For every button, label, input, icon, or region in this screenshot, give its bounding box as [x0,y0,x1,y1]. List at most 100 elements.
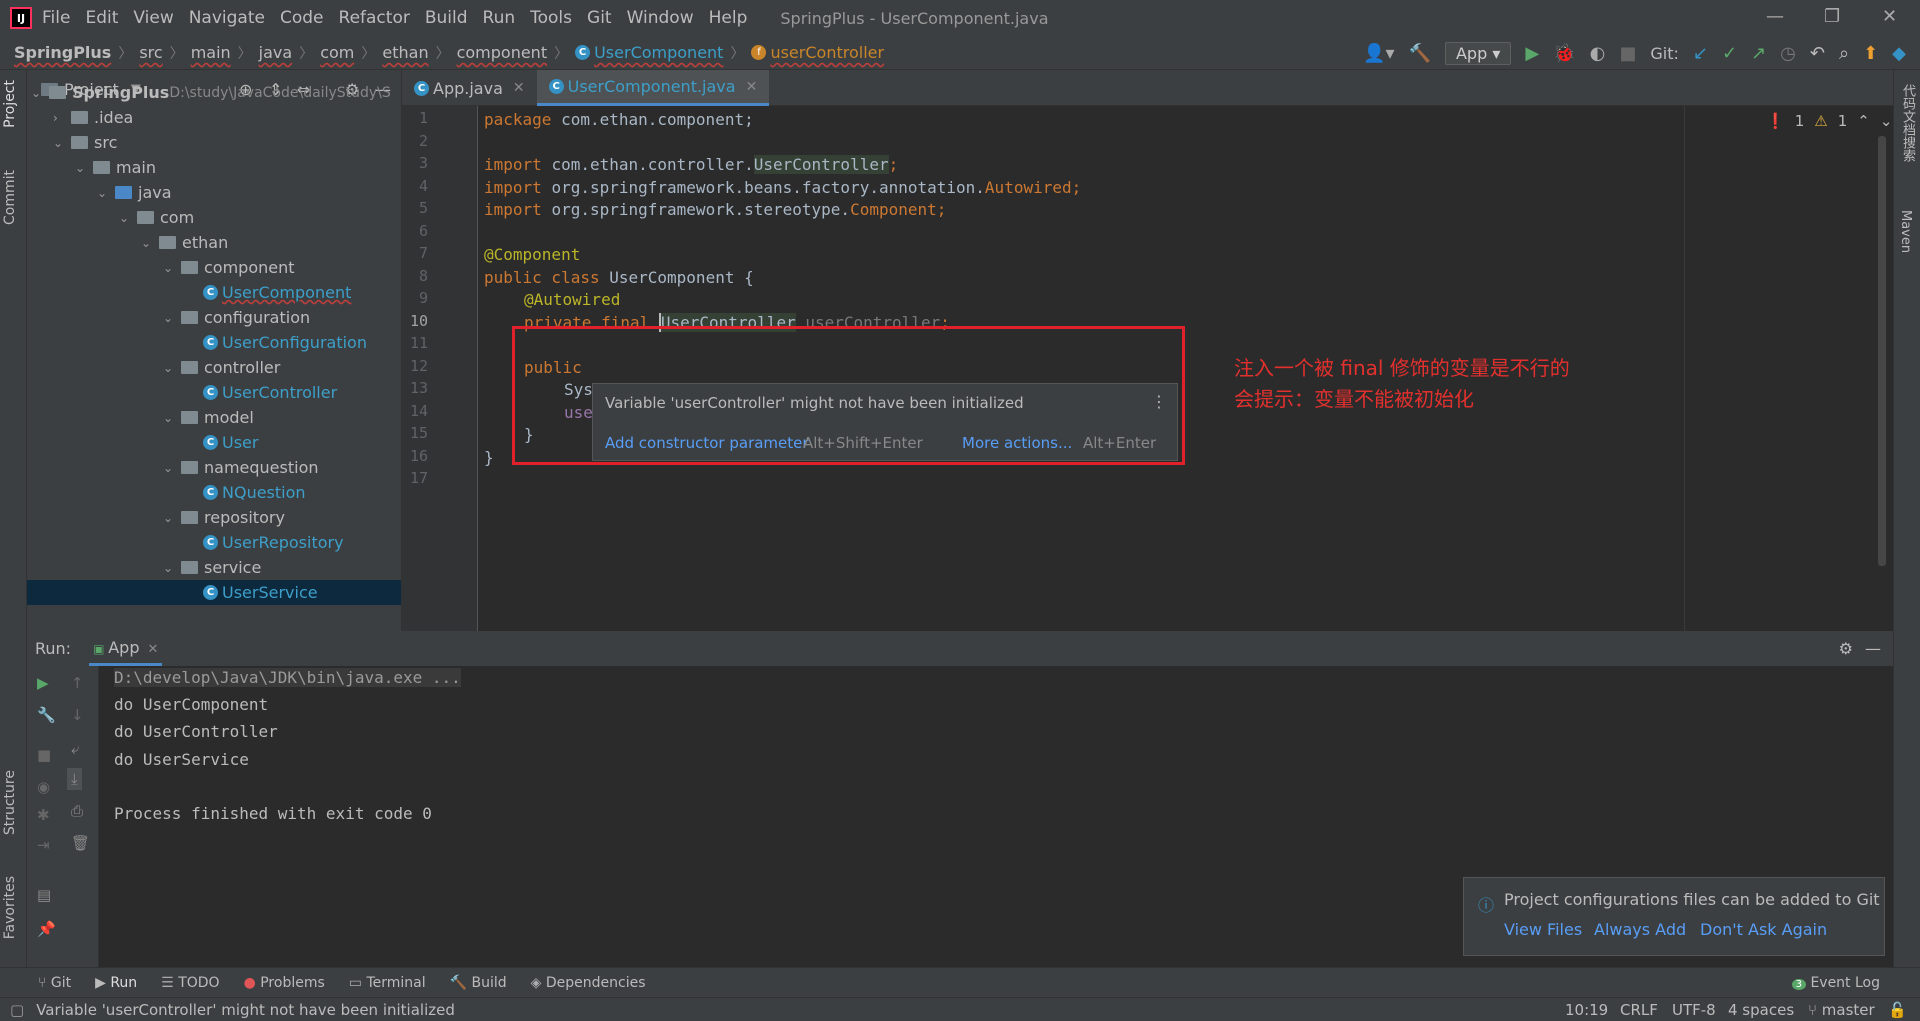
tool-tab-run[interactable]: ▶ Run [95,975,137,991]
dont-ask-again-link[interactable]: Don't Ask Again [1700,920,1827,939]
chevron-down-icon[interactable]: ⌄ [31,86,49,100]
tree-item-userrepository[interactable]: C UserRepository [185,530,344,555]
tree-item-controller[interactable]: ⌄ controller [163,355,280,380]
tree-item-model[interactable]: ⌄ model [163,405,254,430]
tab-usercomponent-java[interactable]: C UserComponent.java ✕ [536,70,770,106]
tool-tab-project[interactable]: Project [2,80,18,128]
run-icon[interactable]: ▶ [1525,43,1539,64]
wrench-icon[interactable]: 🔧 [37,706,56,724]
tool-tab-problems[interactable]: ● Problems [244,975,325,991]
run-tab-app[interactable]: ▣ App ✕ [89,632,163,666]
breadcrumb-main[interactable]: main [191,43,231,62]
tree-item-component[interactable]: ⌄ component [163,255,295,280]
tree-item-nquestion[interactable]: C NQuestion [185,480,306,505]
close-tab-icon[interactable]: ✕ [148,642,159,657]
down-arrow-icon[interactable]: ↓ [71,706,84,724]
debug-icon[interactable]: 🐞 [1553,43,1575,64]
chevron-down-icon[interactable]: ⌄ [97,186,115,200]
breadcrumb-component[interactable]: component [457,43,548,62]
menu-run[interactable]: Run [483,8,516,28]
tree-item-usercomponent[interactable]: C UserComponent [185,280,351,305]
git-branch[interactable]: ⑂ master [1808,1001,1875,1019]
breadcrumb-ethan[interactable]: ethan [382,43,428,62]
editor-scrollbar[interactable] [1878,136,1886,566]
tool-tab-structure[interactable]: Structure [2,770,18,835]
menu-build[interactable]: Build [425,8,468,28]
up-arrow-icon[interactable]: ↑ [71,674,84,692]
menu-help[interactable]: Help [709,8,748,28]
git-update-icon[interactable]: ↙ [1693,43,1708,64]
caret-position[interactable]: 10:19 [1565,1001,1608,1019]
menu-view[interactable]: View [133,8,173,28]
tool-tab-build[interactable]: 🔨 Build [450,975,507,991]
menu-edit[interactable]: Edit [85,8,118,28]
tool-tab-commit[interactable]: Commit [2,170,18,225]
hide-panel-icon[interactable]: — [1865,639,1881,658]
minimize-icon[interactable]: — [1766,6,1784,27]
status-toggle-icon[interactable]: ▢ [10,1001,24,1019]
file-encoding[interactable]: UTF-8 [1672,1001,1716,1019]
chevron-down-icon[interactable]: ⌄ [75,161,93,175]
tree-item-repository[interactable]: ⌄ repository [163,505,285,530]
breadcrumb-com[interactable]: com [320,43,354,62]
chevron-down-icon[interactable]: ⌄ [163,411,181,425]
scroll-to-end-icon[interactable]: ⤓ [67,768,82,790]
tree-item-service[interactable]: ⌄ service [163,555,261,580]
indent-setting[interactable]: 4 spaces [1728,1001,1794,1019]
tab-app-java[interactable]: C App.java ✕ [402,70,537,106]
line-separator[interactable]: CRLF [1620,1001,1658,1019]
tree-item-userconfiguration[interactable]: C UserConfiguration [185,330,367,355]
git-commit-icon[interactable]: ✓ [1722,43,1737,64]
tool-tab-todo[interactable]: ☰ TODO [161,975,219,991]
chevron-down-icon[interactable]: ⌄ [163,311,181,325]
tree-item-user[interactable]: C User [185,430,258,455]
menu-git[interactable]: Git [587,8,612,28]
lock-icon[interactable]: 🔓 [1888,1001,1907,1019]
view-files-link[interactable]: View Files [1504,920,1582,939]
print-icon[interactable]: ⎙ [71,802,83,820]
tree-item-configuration[interactable]: ⌄ configuration [163,305,310,330]
breadcrumb-class[interactable]: UserComponent [594,43,723,62]
more-options-icon[interactable]: ⋮ [1151,392,1167,411]
inspection-widget[interactable]: ❗ 1 ⚠ 1 ⌃ ⌄ [1766,112,1892,130]
tree-item-src[interactable]: ⌄ src [53,130,117,155]
close-tab-icon[interactable]: ✕ [746,79,758,95]
stop-icon[interactable]: ■ [37,746,51,764]
tree-item-java[interactable]: ⌄ java [97,180,172,205]
tool-tab-git[interactable]: ⑂ Git [38,975,71,991]
tool-tab-doc-search[interactable]: 代码文档搜索 [1898,84,1917,162]
next-problem-icon[interactable]: ⌄ [1880,112,1893,130]
tree-item-usercontroller[interactable]: C UserController [185,380,337,405]
restore-icon[interactable]: ❐ [1824,6,1840,27]
menu-code[interactable]: Code [280,8,324,28]
chevron-down-icon[interactable]: ⌄ [163,561,181,575]
menu-refactor[interactable]: Refactor [339,8,410,28]
git-push-icon[interactable]: ↗ [1751,43,1766,64]
update-icon[interactable]: ⬆ [1863,43,1878,64]
event-log-button[interactable]: 3 Event Log [1791,975,1880,991]
history-icon[interactable]: ◷ [1780,43,1796,64]
always-add-link[interactable]: Always Add [1594,920,1686,939]
prev-problem-icon[interactable]: ⌃ [1857,112,1870,130]
toolbox-icon[interactable]: ◆ [1892,43,1906,64]
breadcrumb-java[interactable]: java [259,43,293,62]
chevron-down-icon[interactable]: ⌄ [163,361,181,375]
tree-item-ethan[interactable]: ⌄ ethan [141,230,228,255]
pin-icon[interactable]: 📌 [37,920,56,938]
tree-item-userservice[interactable]: C UserService [27,580,401,605]
settings-gear-icon[interactable]: ⚙ [1839,639,1853,658]
close-tab-icon[interactable]: ✕ [513,80,525,96]
tree-item-main[interactable]: ⌄ main [75,155,156,180]
camera-icon[interactable]: ◉ [37,778,50,796]
breadcrumb-field[interactable]: userController [770,43,884,62]
chevron-down-icon[interactable]: ⌄ [141,236,159,250]
trash-icon[interactable]: 🗑 [71,834,90,852]
stop-icon[interactable]: ■ [1619,43,1636,64]
tool-tab-maven[interactable]: Maven [1898,210,1913,253]
soft-wrap-icon[interactable]: ⤶ [71,740,79,758]
tool-tab-dependencies[interactable]: ◈ Dependencies [531,975,646,991]
debug-icon[interactable]: ✱ [37,806,50,824]
exit-icon[interactable]: ⇥ [37,836,50,854]
tree-item-springplus[interactable]: ⌄ SpringPlus D:\study\JavaCode\dailyStudy… [31,80,391,105]
rerun-icon[interactable]: ▶ [37,674,49,692]
